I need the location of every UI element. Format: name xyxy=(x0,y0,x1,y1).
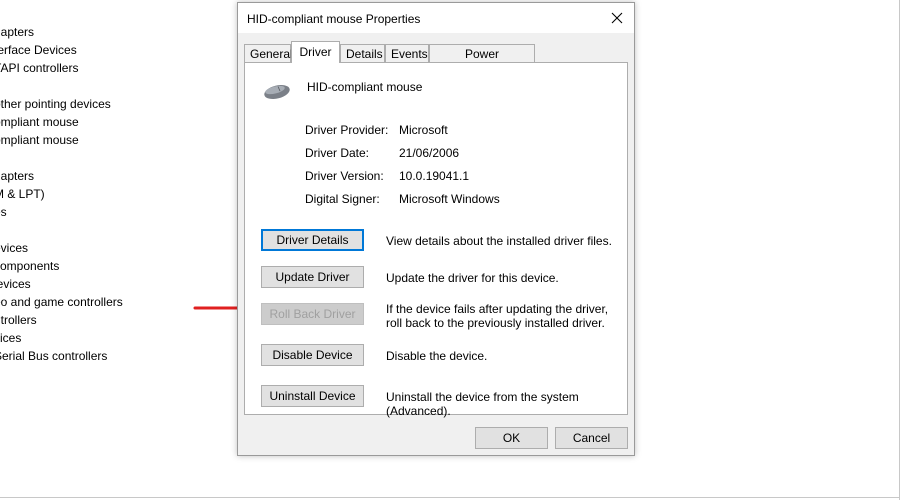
uninstall-device-description: Uninstall the device from the system (Ad… xyxy=(386,390,579,418)
tree-item[interactable]: terface Devices xyxy=(0,43,77,57)
tree-item[interactable]: evices xyxy=(0,241,28,255)
tree-item[interactable]: levices xyxy=(0,277,31,291)
driver-version-label: Driver Version: xyxy=(305,169,384,183)
mouse-icon xyxy=(262,81,292,104)
window-edge xyxy=(0,497,900,498)
driver-provider-value: Microsoft xyxy=(399,123,448,137)
properties-dialog: HID-compliant mouse Properties General D… xyxy=(237,2,635,456)
tree-item[interactable]: es xyxy=(0,205,7,219)
tree-item[interactable]: vices xyxy=(0,331,21,345)
ok-button[interactable]: OK xyxy=(475,427,548,449)
tab-driver[interactable]: Driver xyxy=(291,41,340,63)
driver-date-value: 21/06/2006 xyxy=(399,146,460,160)
roll-back-driver-description: If the device fails after updating the d… xyxy=(386,302,609,330)
tab-events[interactable]: Events xyxy=(385,44,429,62)
driver-details-description: View details about the installed driver … xyxy=(386,234,612,248)
tab-general[interactable]: General xyxy=(244,44,293,62)
title-bar[interactable]: HID-compliant mouse Properties xyxy=(238,3,634,33)
tab-power-management[interactable]: Power Management xyxy=(429,44,535,79)
update-driver-description: Update the driver for this device. xyxy=(386,271,559,285)
tree-item[interactable]: TAPI controllers xyxy=(0,61,78,75)
driver-panel: HID-compliant mouse Driver Provider: Mic… xyxy=(244,62,628,418)
device-manager-tree: s dapters terface Devices TAPI controlle… xyxy=(0,0,236,500)
digital-signer-value: Microsoft Windows xyxy=(399,192,500,206)
digital-signer-label: Digital Signer: xyxy=(305,192,380,206)
tree-item[interactable]: ompliant mouse xyxy=(0,133,79,147)
cancel-button[interactable]: Cancel xyxy=(555,427,628,449)
tree-item[interactable]: dapters xyxy=(0,169,34,183)
tree-item[interactable]: M & LPT) xyxy=(0,187,45,201)
driver-provider-label: Driver Provider: xyxy=(305,123,389,137)
uninstall-device-button[interactable]: Uninstall Device xyxy=(261,385,364,407)
update-driver-button[interactable]: Update Driver xyxy=(261,266,364,288)
tree-item[interactable]: Serial Bus controllers xyxy=(0,349,107,363)
driver-details-button[interactable]: Driver Details xyxy=(261,229,364,251)
device-name: HID-compliant mouse xyxy=(307,80,423,94)
tree-item[interactable]: eo and game controllers xyxy=(0,295,123,309)
tree-item[interactable]: components xyxy=(0,259,59,273)
roll-back-driver-button[interactable]: Roll Back Driver xyxy=(261,303,364,325)
driver-date-label: Driver Date: xyxy=(305,146,370,160)
tree-item[interactable]: ompliant mouse xyxy=(0,115,79,129)
close-button[interactable] xyxy=(600,3,634,33)
driver-version-value: 10.0.19041.1 xyxy=(399,169,470,183)
tree-item[interactable]: other pointing devices xyxy=(0,97,111,111)
close-icon xyxy=(611,12,623,24)
disable-device-button[interactable]: Disable Device xyxy=(261,344,364,366)
tab-details[interactable]: Details xyxy=(340,44,385,62)
disable-device-description: Disable the device. xyxy=(386,349,488,363)
tree-item[interactable]: ntrollers xyxy=(0,313,37,327)
tree-item[interactable]: dapters xyxy=(0,25,34,39)
dialog-title: HID-compliant mouse Properties xyxy=(247,12,421,26)
